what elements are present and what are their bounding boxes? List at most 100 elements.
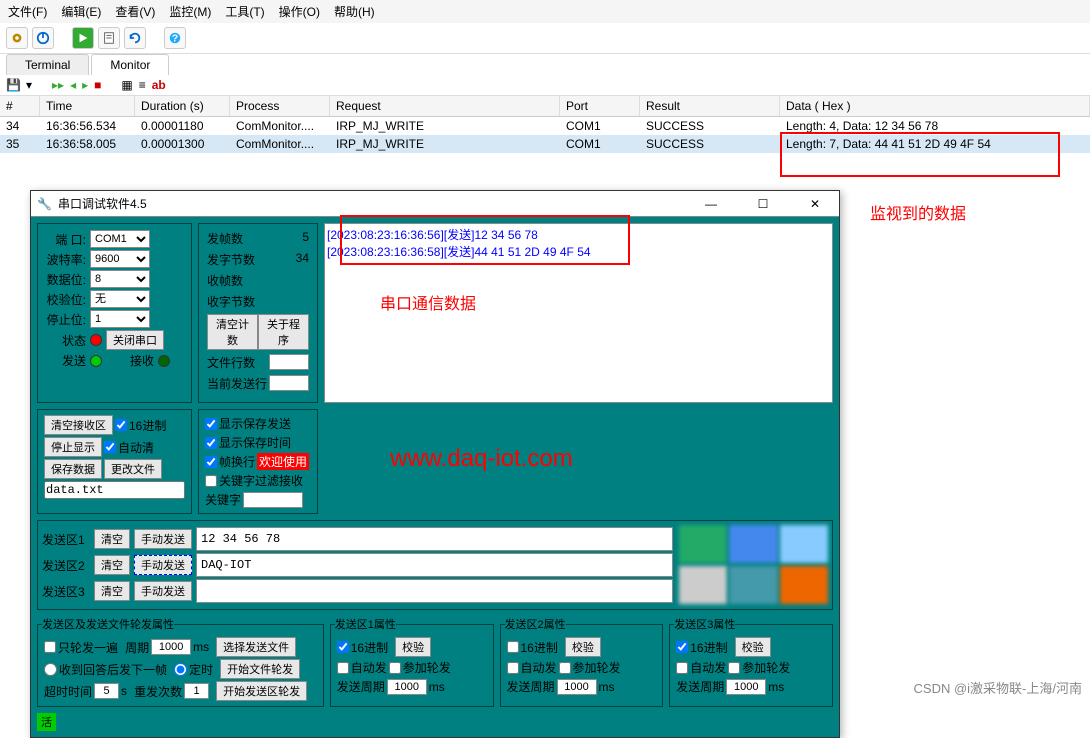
area2-group: 发送区2属性 16进制 校验 自动发参加轮发 发送周期ms — [500, 616, 664, 707]
col-hash[interactable]: # — [0, 96, 40, 116]
send1-input[interactable] — [196, 527, 673, 551]
show-time-checkbox[interactable] — [205, 437, 217, 449]
parity-select[interactable]: 无 — [90, 290, 150, 308]
menu-tools[interactable]: 工具(T) — [225, 3, 264, 20]
app-menubar: 文件(F) 编辑(E) 查看(V) 监控(M) 工具(T) 操作(O) 帮助(H… — [0, 0, 1090, 23]
a1-auto-checkbox[interactable] — [337, 662, 349, 674]
start-file-button[interactable]: 开始文件轮发 — [220, 659, 300, 679]
col-time[interactable]: Time — [40, 96, 135, 116]
document-icon[interactable] — [98, 27, 120, 49]
stop-icon[interactable]: ■ — [94, 78, 101, 92]
port-select[interactable]: COM1 — [90, 230, 150, 248]
databit-select[interactable]: 8 — [90, 270, 150, 288]
save-icon[interactable]: 💾 — [6, 78, 20, 92]
wrap-checkbox[interactable] — [205, 456, 217, 468]
annotation-url: www.daq-iot.com — [390, 445, 573, 473]
list-icon[interactable]: ≡ — [139, 78, 146, 92]
menu-operate[interactable]: 操作(O) — [279, 3, 320, 20]
timeout-input[interactable] — [94, 683, 119, 699]
about-button[interactable]: 关于程序 — [258, 314, 309, 350]
start-area-button[interactable]: 开始发送区轮发 — [216, 681, 307, 701]
area1-group: 发送区1属性 16进制 校验 自动发参加轮发 发送周期ms — [330, 616, 494, 707]
menu-edit[interactable]: 编辑(E) — [61, 3, 101, 20]
send-areas-panel: 发送区1 清空 手动发送 发送区2 清空 手动发送 发送区3 清空 — [37, 520, 833, 610]
a2-auto-checkbox[interactable] — [507, 662, 519, 674]
a2-hex-checkbox[interactable] — [507, 641, 519, 653]
menu-monitor[interactable]: 监控(M) — [169, 3, 211, 20]
a1-hex-checkbox[interactable] — [337, 641, 349, 653]
a1-verify-button[interactable]: 校验 — [395, 637, 431, 657]
manual3-button[interactable]: 手动发送 — [134, 581, 192, 601]
main-toolbar: ? — [0, 23, 1090, 54]
a1-period-input[interactable] — [387, 679, 427, 695]
menu-view[interactable]: 查看(V) — [115, 3, 155, 20]
grid-icon[interactable]: ▦ — [121, 78, 132, 92]
clear3-button[interactable]: 清空 — [94, 581, 130, 601]
save-data-button[interactable]: 保存数据 — [44, 459, 102, 479]
a3-auto-checkbox[interactable] — [676, 662, 688, 674]
record-icon[interactable]: ▸▸ — [52, 78, 64, 92]
clear-recv-button[interactable]: 清空接收区 — [44, 415, 113, 435]
refresh-icon[interactable] — [124, 27, 146, 49]
send2-input[interactable] — [196, 553, 673, 577]
ab-toggle[interactable]: ab — [152, 78, 166, 92]
manual2-button[interactable]: 手动发送 — [134, 555, 192, 575]
play-icon[interactable] — [72, 27, 94, 49]
window-titlebar[interactable]: 🔧 串口调试软件4.5 — ☐ ✕ — [31, 191, 839, 217]
close-port-button[interactable]: 关闭串口 — [106, 330, 164, 350]
minimize-button[interactable]: — — [693, 197, 729, 211]
stopbit-select[interactable]: 1 — [90, 310, 150, 328]
manual1-button[interactable]: 手动发送 — [134, 529, 192, 549]
show-send-checkbox[interactable] — [205, 418, 217, 430]
a2-join-checkbox[interactable] — [559, 662, 571, 674]
col-port[interactable]: Port — [560, 96, 640, 116]
once-checkbox[interactable] — [44, 641, 56, 653]
baud-select[interactable]: 9600 — [90, 250, 150, 268]
tab-terminal[interactable]: Terminal — [6, 54, 89, 75]
col-result[interactable]: Result — [640, 96, 780, 116]
clear-count-button[interactable]: 清空计数 — [207, 314, 258, 350]
after-reply-radio[interactable] — [44, 663, 57, 676]
gear-icon[interactable] — [6, 27, 28, 49]
a1-join-checkbox[interactable] — [389, 662, 401, 674]
send3-input[interactable] — [196, 579, 673, 603]
menu-help[interactable]: 帮助(H) — [334, 3, 375, 20]
prev-icon[interactable]: ◂ — [70, 78, 76, 92]
col-data[interactable]: Data ( Hex ) — [780, 96, 1090, 116]
stop-show-button[interactable]: 停止显示 — [44, 437, 102, 457]
power-icon[interactable] — [32, 27, 54, 49]
hex-checkbox[interactable] — [115, 419, 127, 431]
col-duration[interactable]: Duration (s) — [135, 96, 230, 116]
menu-file[interactable]: 文件(F) — [8, 3, 47, 20]
send-led — [90, 355, 102, 367]
col-process[interactable]: Process — [230, 96, 330, 116]
autoclear-checkbox[interactable] — [104, 441, 116, 453]
filename-field[interactable] — [44, 481, 185, 499]
retry-input[interactable] — [184, 683, 209, 699]
tab-monitor[interactable]: Monitor — [91, 54, 169, 75]
watermark: CSDN @i激采物联-上海/河南 — [914, 678, 1082, 697]
config-panel: 端 口:COM1 波特率:9600 数据位:8 校验位:无 停止位:1 状态关闭… — [37, 223, 192, 403]
file-lines-field[interactable] — [269, 354, 309, 370]
a2-verify-button[interactable]: 校验 — [565, 637, 601, 657]
change-file-button[interactable]: 更改文件 — [104, 459, 162, 479]
a3-hex-checkbox[interactable] — [676, 641, 688, 653]
help-icon[interactable]: ? — [164, 27, 186, 49]
a2-period-input[interactable] — [557, 679, 597, 695]
period-input[interactable] — [151, 639, 191, 655]
dropdown-icon[interactable]: ▾ — [26, 78, 32, 92]
clear1-button[interactable]: 清空 — [94, 529, 130, 549]
a3-period-input[interactable] — [726, 679, 766, 695]
next-icon[interactable]: ▸ — [82, 78, 88, 92]
a3-join-checkbox[interactable] — [728, 662, 740, 674]
keyword-field[interactable] — [243, 492, 303, 508]
maximize-button[interactable]: ☐ — [745, 197, 781, 211]
a3-verify-button[interactable]: 校验 — [735, 637, 771, 657]
filter-checkbox[interactable] — [205, 475, 217, 487]
select-file-button[interactable]: 选择发送文件 — [216, 637, 296, 657]
col-request[interactable]: Request — [330, 96, 560, 116]
clear2-button[interactable]: 清空 — [94, 555, 130, 575]
close-button[interactable]: ✕ — [797, 197, 833, 211]
cur-line-field[interactable] — [269, 375, 309, 391]
timer-radio[interactable] — [174, 663, 187, 676]
